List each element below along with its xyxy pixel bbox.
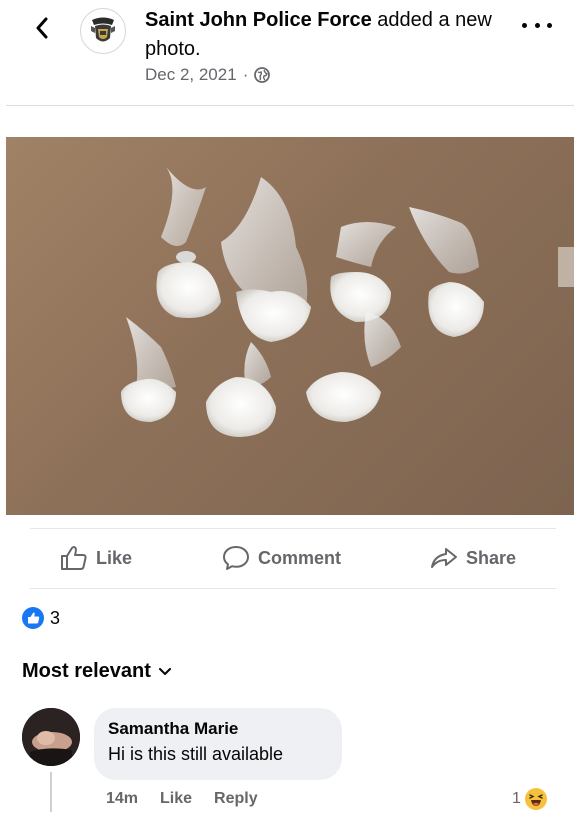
post-action-bar: Like Comment Share — [0, 528, 582, 590]
like-button[interactable]: Like — [60, 542, 132, 574]
bag-6 — [206, 342, 276, 437]
comment-reaction-summary[interactable]: 1 — [512, 788, 547, 810]
action-divider-bottom — [30, 588, 556, 589]
comment-like-link[interactable]: Like — [160, 790, 192, 808]
reaction-count: 3 — [50, 607, 61, 628]
post-meta: Dec 2, 2021 · — [145, 65, 271, 85]
bag-5 — [121, 317, 176, 422]
haha-reaction-icon — [524, 788, 547, 810]
dot-icon — [522, 22, 527, 28]
profile-photo-icon — [22, 708, 80, 766]
reply-thread-line — [50, 772, 52, 812]
comment-time[interactable]: 14m — [106, 790, 138, 808]
globe-icon — [254, 67, 271, 83]
post-date[interactable]: Dec 2, 2021 — [145, 65, 237, 85]
share-arrow-icon — [431, 548, 457, 568]
comment-footer: 14m Like Reply — [106, 790, 258, 808]
thumbs-up-icon — [61, 546, 87, 570]
bag-1 — [156, 167, 221, 318]
share-label: Share — [466, 547, 517, 568]
dot-icon — [547, 22, 552, 28]
back-button[interactable] — [30, 14, 54, 42]
bag-7 — [306, 312, 401, 422]
chevron-down-icon — [158, 667, 171, 675]
comment-sort-dropdown[interactable]: Most relevant — [22, 660, 171, 683]
comment-bubble-icon — [223, 546, 249, 570]
sort-label: Most relevant — [22, 660, 151, 682]
chevron-left-icon — [36, 17, 48, 39]
comment-text: Hi is this still available — [108, 744, 284, 764]
like-reaction-icon — [22, 607, 44, 629]
comment-reaction-count: 1 — [512, 790, 521, 807]
comment-label: Comment — [258, 547, 342, 568]
share-button[interactable]: Share — [430, 542, 516, 574]
comment-button[interactable]: Comment — [222, 542, 341, 574]
like-label: Like — [96, 547, 133, 568]
police-crest-icon — [85, 13, 121, 49]
more-options-button[interactable] — [522, 18, 552, 32]
header-divider — [6, 105, 574, 106]
bag-4 — [409, 207, 484, 337]
comment-author[interactable]: Samantha Marie — [108, 718, 328, 740]
bag-2 — [221, 177, 311, 342]
action-divider-top — [30, 528, 556, 529]
post-title: Saint John Police Force added a new phot… — [145, 6, 505, 64]
comment-bubble: Samantha Marie Hi is this still availabl… — [94, 708, 342, 780]
reaction-summary[interactable]: 3 — [22, 607, 60, 629]
page-name-link[interactable]: Saint John Police Force — [145, 9, 372, 31]
page-avatar[interactable] — [80, 8, 126, 54]
post-photo[interactable] — [6, 137, 574, 515]
comment-reply-link[interactable]: Reply — [214, 790, 258, 808]
commenter-avatar[interactable] — [22, 708, 80, 766]
photo-bags-illustration — [121, 167, 574, 437]
bag-3 — [330, 222, 396, 322]
post-header: Saint John Police Force added a new phot… — [0, 0, 582, 108]
meta-separator: · — [242, 65, 249, 84]
dot-icon — [534, 22, 540, 28]
